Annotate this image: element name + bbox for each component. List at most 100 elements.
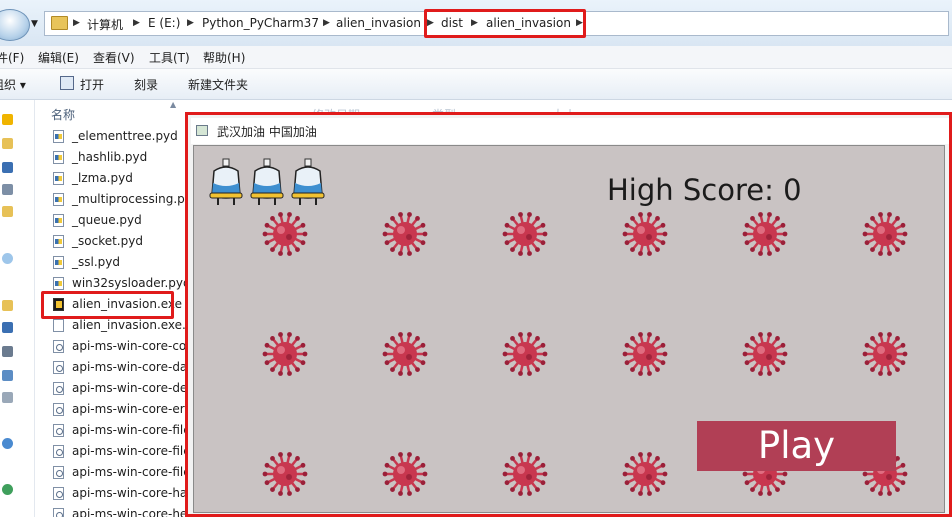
chevron-right-icon[interactable]: ▶: [187, 18, 194, 28]
open-icon: [60, 76, 74, 90]
game-canvas[interactable]: High Score: 0 Play: [193, 145, 945, 513]
video-icon[interactable]: [2, 322, 13, 333]
virus-alien-icon: [622, 452, 668, 496]
breadcrumb-item[interactable]: 计算机: [87, 16, 123, 33]
file-name: _elementtree.pyd: [72, 129, 178, 143]
ship-icon: [291, 158, 325, 205]
folder-icon[interactable]: [2, 138, 13, 149]
python-file-icon: [53, 214, 64, 227]
game-title-bar[interactable]: 武汉加油 中国加油: [191, 118, 949, 144]
favorites-star-icon[interactable]: [2, 114, 13, 125]
virus-alien-icon: [382, 332, 428, 376]
chevron-right-icon[interactable]: ▶: [133, 18, 140, 28]
cloud-icon[interactable]: [2, 253, 13, 264]
virus-alien-icon: [622, 332, 668, 376]
list-item[interactable]: _socket.pyd: [35, 231, 187, 252]
virus-alien-icon: [382, 212, 428, 256]
list-item[interactable]: _multiprocessing.pyd: [35, 189, 187, 210]
desktop-icon[interactable]: [2, 162, 13, 173]
dll-file-icon: [53, 382, 64, 395]
list-item[interactable]: api-ms-win-core-handle: [35, 483, 187, 504]
virus-alien-icon: [502, 452, 548, 496]
dll-file-icon: [53, 487, 64, 500]
list-item[interactable]: _hashlib.pyd: [35, 147, 187, 168]
python-file-icon: [53, 277, 64, 290]
file-name: api-ms-win-core-datetime: [72, 360, 187, 374]
file-name: api-ms-win-core-file: [72, 444, 187, 458]
folder-icon[interactable]: [2, 206, 13, 217]
list-item[interactable]: _queue.pyd: [35, 210, 187, 231]
file-name: api-ms-win-core-console: [72, 339, 187, 353]
documents-icon[interactable]: [2, 346, 13, 357]
list-item[interactable]: api-ms-win-core-debug: [35, 378, 187, 399]
dll-file-icon: [53, 445, 64, 458]
downloads-icon[interactable]: [2, 184, 13, 195]
virus-alien-icon: [262, 332, 308, 376]
python-file-icon: [53, 151, 64, 164]
list-item[interactable]: api-ms-win-core-heap: [35, 504, 187, 517]
breadcrumb-highlight-box: [424, 9, 586, 38]
virus-alien-icon: [622, 212, 668, 256]
python-file-icon: [53, 235, 64, 248]
virus-alien-icon: [262, 212, 308, 256]
play-button[interactable]: Play: [697, 421, 896, 471]
file-name: _lzma.pyd: [72, 171, 133, 185]
chevron-right-icon[interactable]: ▶: [73, 18, 80, 28]
exe-highlight-box: [41, 291, 174, 319]
virus-alien-icon: [742, 212, 788, 256]
list-item[interactable]: _ssl.pyd: [35, 252, 187, 273]
command-toolbar: 组织 ▾ 打开 刻录 新建文件夹: [0, 69, 952, 100]
dll-file-icon: [53, 403, 64, 416]
list-item[interactable]: api-ms-win-core-file: [35, 441, 187, 462]
new-folder-button[interactable]: 新建文件夹: [188, 76, 248, 93]
menu-bar: 件(F) 编辑(E) 查看(V) 工具(T) 帮助(H): [0, 46, 952, 69]
library-icon[interactable]: [2, 300, 13, 311]
dll-file-icon: [53, 361, 64, 374]
chevron-right-icon[interactable]: ▶: [323, 18, 330, 28]
window-icon: [196, 125, 208, 136]
file-name: api-ms-win-core-heap: [72, 507, 187, 517]
list-item[interactable]: api-ms-win-core-datetime: [35, 357, 187, 378]
homegroup-icon[interactable]: [2, 438, 13, 449]
virus-alien-icon: [862, 212, 908, 256]
virus-alien-icon: [382, 452, 428, 496]
file-name: api-ms-win-core-file: [72, 465, 187, 479]
list-item[interactable]: _lzma.pyd: [35, 168, 187, 189]
file-name: alien_invasion.exe.manifest: [72, 318, 187, 332]
organize-button[interactable]: 组织 ▾: [0, 76, 26, 93]
menu-edit[interactable]: 编辑(E): [38, 49, 79, 66]
breadcrumb-item[interactable]: alien_invasion: [336, 16, 421, 30]
folder-icon: [51, 16, 68, 30]
menu-help[interactable]: 帮助(H): [203, 49, 245, 66]
game-window: 武汉加油 中国加油 High Score: 0 Play: [185, 112, 952, 517]
file-name: api-ms-win-core-debug: [72, 381, 187, 395]
file-name: win32sysloader.pyd: [72, 276, 187, 290]
virus-alien-icon: [502, 332, 548, 376]
network-icon[interactable]: [2, 484, 13, 495]
breadcrumb-item[interactable]: Python_PyCharm37: [202, 16, 319, 30]
breadcrumb-item[interactable]: E (E:): [148, 16, 180, 30]
virus-alien-icon: [742, 332, 788, 376]
menu-tools[interactable]: 工具(T): [149, 49, 190, 66]
pictures-icon[interactable]: [2, 370, 13, 381]
back-button[interactable]: [0, 9, 30, 41]
list-item[interactable]: api-ms-win-core-file: [35, 420, 187, 441]
burn-button[interactable]: 刻录: [134, 76, 158, 93]
list-item[interactable]: api-ms-win-core-console: [35, 336, 187, 357]
dll-file-icon: [53, 466, 64, 479]
navigation-pane[interactable]: [0, 100, 35, 517]
file-icon: [53, 319, 64, 332]
list-item[interactable]: api-ms-win-core-file: [35, 462, 187, 483]
open-button[interactable]: 打开: [80, 76, 104, 93]
history-dropdown-icon[interactable]: ▼: [31, 19, 38, 29]
menu-file[interactable]: 件(F): [0, 49, 24, 66]
list-item[interactable]: api-ms-win-core-errorhandling: [35, 399, 187, 420]
menu-view[interactable]: 查看(V): [93, 49, 135, 66]
list-item[interactable]: _elementtree.pyd: [35, 126, 187, 147]
ship-icon: [209, 158, 243, 205]
file-name: _queue.pyd: [72, 213, 142, 227]
game-window-title: 武汉加油 中国加油: [217, 125, 317, 139]
music-icon[interactable]: [2, 392, 13, 403]
column-header-name[interactable]: 名称: [51, 106, 75, 123]
dll-file-icon: [53, 424, 64, 437]
